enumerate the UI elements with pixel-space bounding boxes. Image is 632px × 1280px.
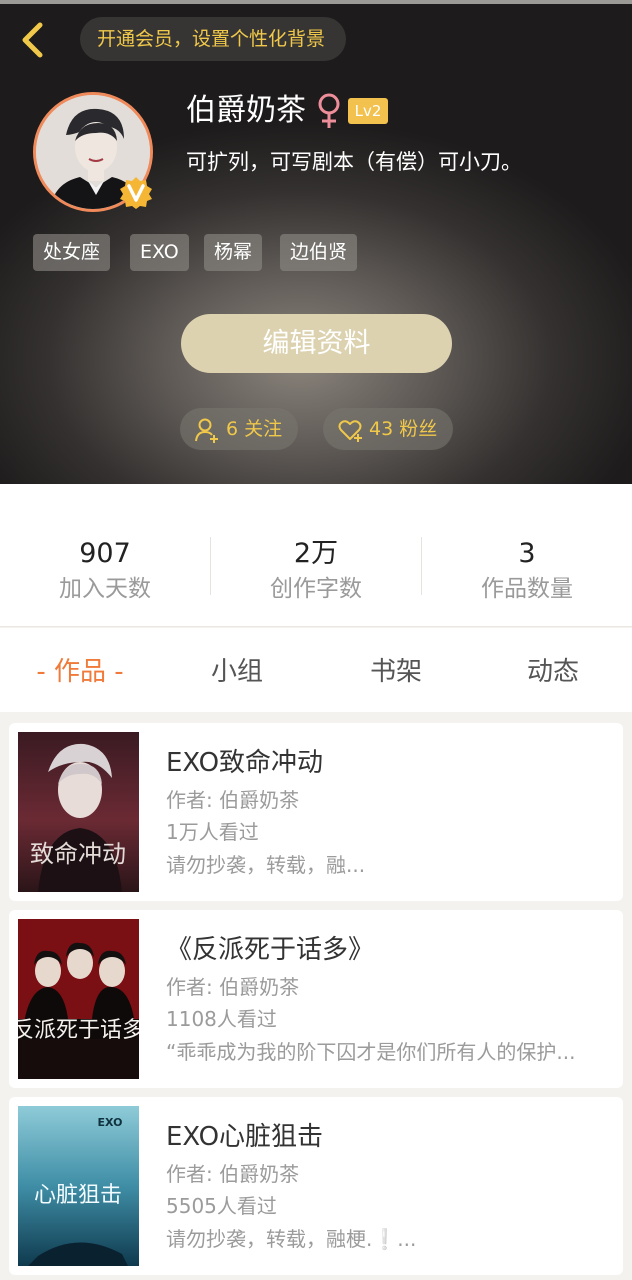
- stat-value: 2万: [293, 538, 339, 569]
- cover-logo-text: EXO: [98, 1116, 123, 1129]
- following-count: 6 关注: [226, 418, 283, 440]
- work-views: 1108人看过: [166, 1007, 277, 1031]
- user-add-icon: [195, 418, 218, 443]
- profile-tabs: - 作品 - 小组 书架 动态: [0, 628, 632, 712]
- work-description: 请勿抄袭，转载，融...: [166, 853, 366, 877]
- work-views: 1万人看过: [166, 820, 259, 844]
- tag-item: 处女座: [33, 234, 111, 271]
- stat-value: 907: [79, 538, 131, 569]
- profile-screen: 开通会员，设置个性化背景 伯爵奶茶 Lv2 可扩列，可写剧本（有偿）可小刀。 处…: [0, 0, 632, 1280]
- heart-plus-icon: [338, 420, 362, 442]
- back-button[interactable]: [16, 18, 56, 62]
- user-bio: 可扩列，可写剧本（有偿）可小刀。: [186, 150, 522, 174]
- vip-background-banner[interactable]: 开通会员，设置个性化背景: [80, 17, 346, 61]
- stat-join-days: 907 加入天数: [0, 538, 210, 605]
- edit-profile-button[interactable]: 编辑资料: [181, 314, 452, 373]
- tag-item: 杨幂: [204, 234, 263, 271]
- tab-bookshelf[interactable]: 书架: [349, 652, 443, 692]
- cover-title-text: 致命冲动: [30, 840, 126, 868]
- work-card[interactable]: 反派死于话多 《反派死于话多》 作者: 伯爵奶茶 1108人看过 “乖乖成为我的…: [9, 910, 623, 1088]
- stats-panel: 907 加入天数 2万 创作字数 3 作品数量: [0, 484, 632, 627]
- book-cover: 致命冲动: [18, 732, 139, 892]
- book-cover: 反派死于话多: [18, 919, 139, 1079]
- stat-value: 3: [518, 538, 536, 569]
- stat-label: 作品数量: [481, 576, 573, 602]
- tag-item: EXO: [130, 234, 189, 271]
- cover-title-text: 心脏狙击: [34, 1183, 122, 1208]
- following-button[interactable]: 6 关注: [180, 408, 298, 450]
- stat-label: 创作字数: [270, 576, 362, 602]
- work-description: 请勿抄袭，转载，融梗.❕...: [166, 1227, 417, 1251]
- followers-count: 43 粉丝: [369, 418, 438, 440]
- followers-button[interactable]: 43 粉丝: [323, 408, 453, 450]
- stat-label: 加入天数: [59, 576, 151, 602]
- work-author: 作者: 伯爵奶茶: [166, 975, 300, 999]
- chevron-left-icon: [22, 22, 43, 58]
- work-title: 《反派死于话多》: [166, 935, 375, 965]
- cover-title-text: 反派死于话多: [18, 1018, 139, 1043]
- level-badge: Lv2: [348, 98, 388, 124]
- work-title: EXO心脏狙击: [166, 1122, 324, 1152]
- work-author: 作者: 伯爵奶茶: [166, 788, 300, 812]
- username: 伯爵奶茶: [186, 93, 306, 128]
- work-views: 5505人看过: [166, 1194, 277, 1218]
- work-description: “乖乖成为我的阶下囚才是你们所有人的保护...: [166, 1040, 576, 1064]
- work-author: 作者: 伯爵奶茶: [166, 1162, 300, 1186]
- work-title: EXO致命冲动: [166, 748, 324, 778]
- work-card[interactable]: 致命冲动 EXO致命冲动 作者: 伯爵奶茶 1万人看过 请勿抄袭，转载，融...: [9, 723, 623, 901]
- female-icon: [316, 92, 342, 130]
- tab-activity[interactable]: 动态: [506, 652, 600, 692]
- profile-header: 开通会员，设置个性化背景 伯爵奶茶 Lv2 可扩列，可写剧本（有偿）可小刀。 处…: [0, 0, 632, 484]
- stat-works-count: 3 作品数量: [422, 538, 632, 605]
- stat-word-count: 2万 创作字数: [211, 538, 421, 605]
- tab-works[interactable]: - 作品 -: [18, 652, 142, 692]
- tag-item: 边伯贤: [280, 234, 358, 271]
- work-card[interactable]: EXO 心脏狙击 EXO心脏狙击 作者: 伯爵奶茶 5505人看过 请勿抄袭，转…: [9, 1097, 623, 1275]
- book-cover: EXO 心脏狙击: [18, 1106, 139, 1266]
- verified-v-icon: [119, 176, 153, 210]
- tab-groups[interactable]: 小组: [190, 652, 284, 692]
